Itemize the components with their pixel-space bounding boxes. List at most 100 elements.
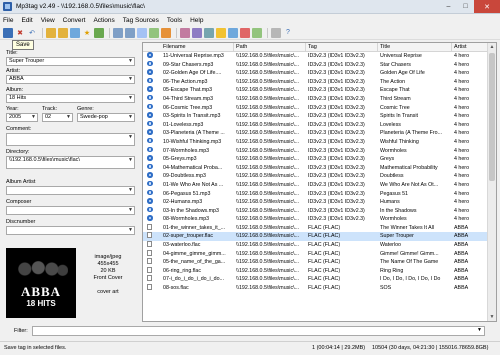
table-row[interactable]: 06-The Action.mp3 \\192.168.0.5\files\mus…	[143, 77, 488, 87]
column-divider[interactable]	[451, 43, 452, 52]
chevron-down-icon[interactable]: ▼	[128, 227, 133, 234]
save-icon[interactable]	[3, 27, 13, 38]
open-folder-icon[interactable]	[46, 27, 56, 38]
chevron-down-icon[interactable]: ▼	[128, 207, 133, 214]
table-row[interactable]: 07-i_do_i_do_i_do_i_do... \\192.168.0.5\f…	[143, 275, 488, 284]
menu-file[interactable]: File	[3, 17, 13, 24]
filename-to-tag-icon[interactable]	[125, 27, 135, 38]
table-row[interactable]: 09-Star Chasers.mp3 \\192.168.0.5\files\m…	[143, 60, 488, 70]
table-row[interactable]: 02-Golden Age Of Life.... \\192.168.0.5\f…	[143, 69, 488, 78]
album-field[interactable]: 18 Hits ▼	[6, 94, 135, 103]
chevron-down-icon[interactable]: ▼	[128, 187, 133, 194]
refresh-icon[interactable]	[70, 27, 80, 38]
menu-convert[interactable]: Convert	[63, 17, 86, 24]
chevron-down-icon[interactable]: ▼	[128, 76, 133, 83]
freedb-icon[interactable]	[240, 27, 250, 38]
table-row[interactable]: 07-Wormholes.mp3 \\192.168.0.5\files\musi…	[143, 146, 488, 156]
discogs-icon[interactable]	[252, 27, 262, 38]
table-row[interactable]: 11-Universal Reprise.mp3 \\192.168.0.5\fi…	[143, 52, 488, 61]
table-row[interactable]: 03-Planeteria (A Theme ... \\192.168.0.5\…	[143, 129, 488, 138]
chevron-down-icon[interactable]: ▼	[128, 58, 133, 65]
year-field[interactable]: 2005 ▼	[6, 113, 38, 122]
export-icon[interactable]	[161, 27, 171, 38]
favorites-icon[interactable]: ★	[82, 28, 92, 38]
vertical-scrollbar[interactable]: ▲ ▼	[487, 43, 496, 321]
artist-field[interactable]: ABBA ▼	[6, 75, 135, 84]
playlist-icon[interactable]	[94, 27, 104, 38]
table-row[interactable]: 05-Escape That.mp3 \\192.168.0.5\files\mu…	[143, 86, 488, 95]
chevron-down-icon[interactable]: ▼	[31, 114, 36, 121]
chevron-down-icon[interactable]: ▼	[128, 134, 133, 141]
album-artist-field[interactable]: ▼	[6, 186, 135, 195]
table-row[interactable]: 05-Greys.mp3 \\192.168.0.5\files\music\..…	[143, 155, 488, 164]
table-row[interactable]: 02-super_trouper.flac \\192.168.0.5\files…	[143, 232, 488, 242]
table-row[interactable]: 10-Wishful Thinking.mp3 \\192.168.0.5\fil…	[143, 137, 488, 147]
close-icon[interactable]: ✕	[474, 0, 500, 13]
chevron-down-icon[interactable]: ▼	[128, 157, 133, 164]
cover-art[interactable]: ABBA 18 HITS	[6, 248, 76, 318]
table-row[interactable]: 03-Spirits In Transit.mp3 \\192.168.0.5\f…	[143, 112, 488, 121]
column-title[interactable]: Title	[380, 44, 390, 50]
scrollbar-thumb[interactable]	[489, 53, 495, 181]
menu-actions[interactable]: Actions	[93, 17, 114, 24]
table-row[interactable]: 06-Cosmic Tree.mp3 \\192.168.0.5\files\mu…	[143, 103, 488, 113]
table-row[interactable]: 06-ring_ring.flac \\192.168.0.5\files\mus…	[143, 266, 488, 276]
title-field[interactable]: Super Trouper ▼	[6, 57, 135, 66]
column-divider[interactable]	[305, 43, 306, 52]
undo-icon[interactable]: ↶	[27, 28, 37, 38]
table-row[interactable]: 03-waterloo.flac \\192.168.0.5\files\musi…	[143, 241, 488, 250]
table-row[interactable]: 04-gimme_gimme_gimm... \\192.168.0.5\file…	[143, 249, 488, 259]
remove-tag-icon[interactable]: ✖	[15, 28, 25, 38]
table-row[interactable]: 06-Pegasus 51.mp3 \\192.168.0.5\files\mus…	[143, 189, 488, 199]
menu-tag-sources[interactable]: Tag Sources	[123, 17, 159, 24]
column-divider[interactable]	[233, 43, 234, 52]
table-row[interactable]: 01-the_winner_takes_it_... \\192.168.0.5\…	[143, 223, 488, 233]
minimize-icon[interactable]: –	[440, 0, 457, 13]
options-icon[interactable]	[271, 27, 281, 38]
composer-field[interactable]: ▼	[6, 206, 135, 215]
menu-edit[interactable]: Edit	[21, 17, 32, 24]
chevron-down-icon[interactable]: ▼	[128, 114, 133, 121]
extended-tags-icon[interactable]	[216, 27, 226, 38]
chevron-down-icon[interactable]: ▼	[128, 95, 133, 102]
cell-title: Pegasus 51	[380, 190, 408, 197]
table-row[interactable]: 01-We Who Are Not As ... \\192.168.0.5\fi…	[143, 180, 488, 190]
table-row[interactable]: 05-the_name_of_the_ga... \\192.168.0.5\fi…	[143, 258, 488, 267]
table-row[interactable]: 01-Loveless.mp3 \\192.168.0.5\files\music…	[143, 120, 488, 130]
maximize-icon[interactable]: □	[457, 0, 474, 13]
tag-to-filename-icon[interactable]	[113, 27, 123, 38]
track-field[interactable]: 02 ▼	[42, 113, 73, 122]
scroll-down-icon[interactable]: ▼	[488, 314, 496, 320]
menu-help[interactable]: Help	[190, 17, 203, 24]
directory-field[interactable]: \\192.168.0.5\files\music\flac\ ▼	[6, 156, 135, 169]
chevron-down-icon[interactable]: ▼	[477, 327, 482, 333]
discnumber-field[interactable]: ▼	[6, 226, 135, 235]
table-row[interactable]: 04-Mathematical Proba... \\192.168.0.5\fi…	[143, 163, 488, 173]
chevron-down-icon[interactable]: ▼	[66, 114, 71, 121]
table-row[interactable]: 04-Third Stream.mp3 \\192.168.0.5\files\m…	[143, 94, 488, 104]
actions-icon[interactable]	[180, 27, 190, 38]
comment-field[interactable]: ▼	[6, 133, 135, 146]
add-folder-icon[interactable]	[58, 27, 68, 38]
scroll-up-icon[interactable]: ▲	[488, 44, 496, 50]
table-row[interactable]: 08-Wormholes.mp3 \\192.168.0.5\files\musi…	[143, 215, 488, 224]
column-path[interactable]: Path	[236, 44, 247, 50]
filter-input[interactable]: ▼	[32, 326, 485, 336]
filename-to-filename-icon[interactable]	[137, 27, 147, 38]
table-row[interactable]: 09-Doubtless.mp3 \\192.168.0.5\files\musi…	[143, 172, 488, 181]
help-icon[interactable]: ?	[283, 28, 293, 38]
table-row[interactable]: 02-Humans.mp3 \\192.168.0.5\files\music\.…	[143, 198, 488, 207]
column-artist[interactable]: Artist	[454, 44, 467, 50]
table-row[interactable]: 08-sos.flac \\192.168.0.5\files\music\...…	[143, 284, 488, 293]
autonumbering-icon[interactable]	[204, 27, 214, 38]
tag-sources-icon[interactable]	[228, 27, 238, 38]
genre-field[interactable]: Swede-pop ▼	[77, 113, 135, 122]
menu-tools[interactable]: Tools	[167, 17, 182, 24]
table-row[interactable]: 03-In the Shadows.mp3 \\192.168.0.5\files…	[143, 206, 488, 216]
column-filename[interactable]: Filename	[163, 44, 186, 50]
text-file-to-tag-icon[interactable]	[149, 27, 159, 38]
menu-view[interactable]: View	[41, 17, 55, 24]
column-divider[interactable]	[377, 43, 378, 52]
quick-actions-icon[interactable]	[192, 27, 202, 38]
column-tag[interactable]: Tag	[308, 44, 317, 50]
